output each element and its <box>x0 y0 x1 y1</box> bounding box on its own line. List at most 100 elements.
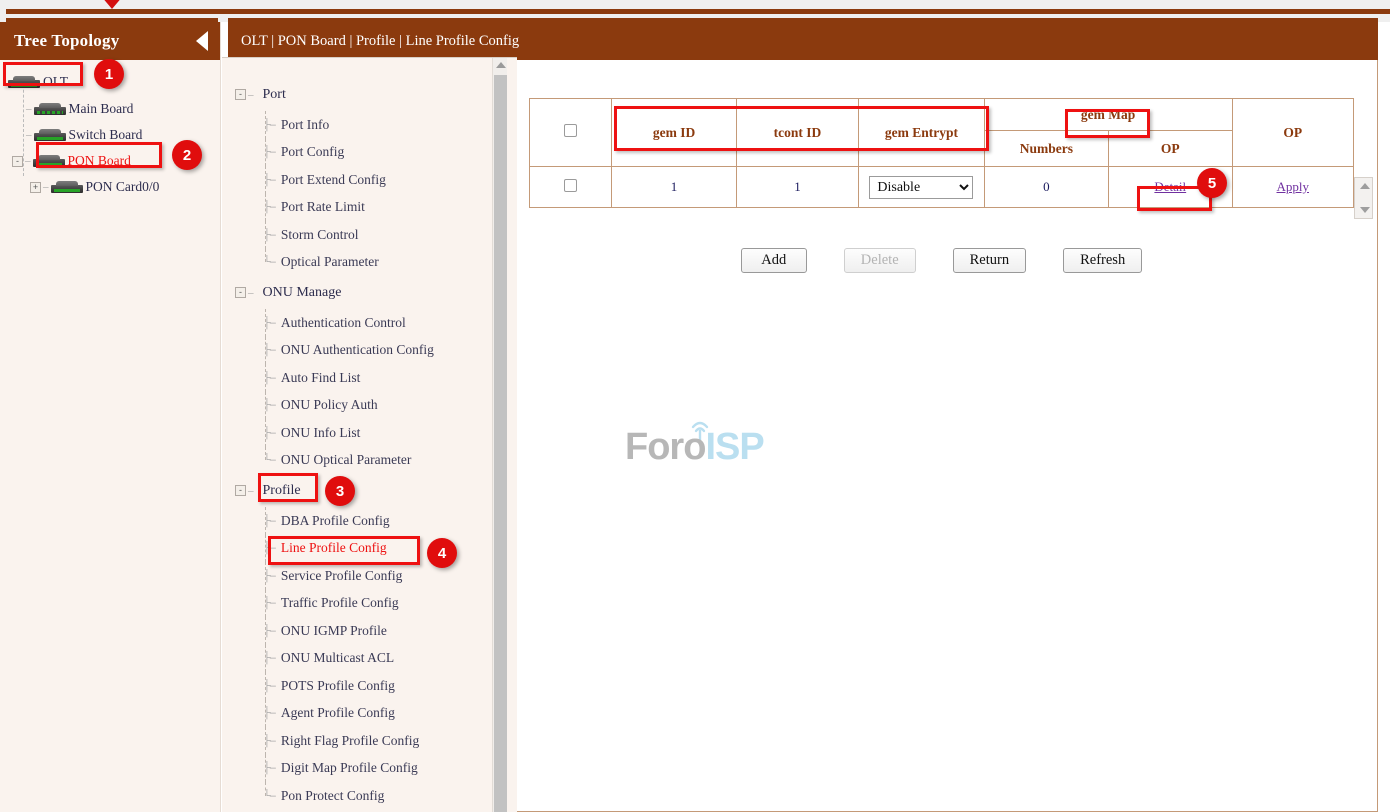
nav-item-storm-control[interactable]: ├–Storm Control <box>222 221 517 249</box>
th-select-all <box>530 99 612 167</box>
step-badge-4: 4 <box>427 538 457 568</box>
board-icon <box>34 129 66 141</box>
nav-item-agent-profile-config[interactable]: ├–Agent Profile Config <box>222 700 517 728</box>
nav-item-label: ONU Authentication Config <box>281 342 434 358</box>
board-icon <box>51 181 83 193</box>
red-down-arrow-icon <box>101 0 123 9</box>
nav-expander-toggle[interactable]: - <box>235 485 246 496</box>
nav-item-pon-protect-config[interactable]: └–Pon Protect Config <box>222 782 517 810</box>
tree-branch-dash: – <box>23 155 33 167</box>
step-badge-2: 2 <box>172 140 202 170</box>
td-row-select <box>530 167 612 208</box>
nav-group-label: ONU Manage <box>256 285 342 301</box>
select-all-checkbox[interactable] <box>564 124 577 137</box>
tree-item-pon-card[interactable]: + – PON Card0/0 <box>0 174 220 200</box>
nav-item-onu-multicast-acl[interactable]: ├–ONU Multicast ACL <box>222 645 517 673</box>
tree-item-label: PON Card0/0 <box>86 179 160 195</box>
detail-link[interactable]: Detail <box>1154 179 1186 194</box>
nav-item-onu-policy-auth[interactable]: ├–ONU Policy Auth <box>222 392 517 420</box>
breadcrumb-bar: OLT | PON Board | Profile | Line Profile… <box>228 22 1378 60</box>
nav-item-label: Optical Parameter <box>281 254 379 270</box>
nav-item-pots-profile-config[interactable]: ├–POTS Profile Config <box>222 672 517 700</box>
watermark-text: ForoISP <box>625 426 764 469</box>
return-button[interactable]: Return <box>953 248 1026 273</box>
add-button[interactable]: Add <box>741 248 807 273</box>
nav-item-port-extend-config[interactable]: ├–Port Extend Config <box>222 166 517 194</box>
nav-item-dba-profile-config[interactable]: ├–DBA Profile Config <box>222 507 517 535</box>
row-checkbox[interactable] <box>564 179 577 192</box>
apply-link[interactable]: Apply <box>1277 179 1310 194</box>
nav-item-label: Pon Protect Config <box>281 788 385 804</box>
nav-expander-toggle[interactable]: - <box>235 287 246 298</box>
step-badge-5: 5 <box>1197 168 1227 198</box>
foroisp-watermark: ForoISP <box>625 410 775 472</box>
nav-item-label: Right Flag Profile Config <box>281 733 419 749</box>
nav-item-label: Authentication Control <box>281 315 406 331</box>
nav-item-label: Port Rate Limit <box>281 199 365 215</box>
nav-item-label: POTS Profile Config <box>281 678 395 694</box>
step-badge-3: 3 <box>325 476 355 506</box>
scroll-up-arrow-icon[interactable] <box>1360 183 1370 189</box>
nav-scroll-thumb[interactable] <box>494 75 507 812</box>
gem-table: gem ID tcont ID gem Entrypt gem Map OP N… <box>529 98 1354 208</box>
nav-item-label: ONU Info List <box>281 425 361 441</box>
nav-group-onu-manage[interactable]: - – ONU Manage <box>222 276 517 309</box>
tree-item-label: Switch Board <box>69 127 143 143</box>
collapse-sidebar-icon[interactable] <box>196 31 208 51</box>
nav-branch-dash: – <box>246 89 256 101</box>
tree-expander-toggle[interactable]: + <box>30 182 41 193</box>
nav-scrollbar[interactable] <box>492 58 507 812</box>
tree-expander-toggle[interactable]: - <box>12 156 23 167</box>
nav-item-authentication-control[interactable]: ├–Authentication Control <box>222 309 517 337</box>
th-gem-map: gem Map <box>984 99 1232 131</box>
tree-item-main-board[interactable]: – Main Board <box>0 96 220 122</box>
nav-item-port-info[interactable]: ├–Port Info <box>222 111 517 139</box>
nav-item-label: ONU IGMP Profile <box>281 623 387 639</box>
tree-branch-dash: – <box>24 129 34 141</box>
nav-branch-dash: – <box>246 287 256 299</box>
tree-item-label: Main Board <box>69 101 134 117</box>
th-tcont-id: tcont ID <box>736 99 858 167</box>
watermark-isp: ISP <box>705 426 763 468</box>
nav-item-port-rate-limit[interactable]: ├–Port Rate Limit <box>222 194 517 222</box>
nav-group-profile[interactable]: - – Profile <box>222 474 517 507</box>
gem-entrypt-select[interactable]: Disable Enable <box>869 176 973 199</box>
scroll-up-arrow-icon[interactable] <box>496 62 506 68</box>
tree-item-label: PON Board <box>68 153 131 169</box>
nav-item-label: ONU Multicast ACL <box>281 650 394 666</box>
top-strip <box>0 0 1390 22</box>
th-numbers: Numbers <box>984 131 1108 167</box>
watermark-foro: Foro <box>625 426 705 468</box>
th-op: OP <box>1232 99 1354 167</box>
nav-item-traffic-profile-config[interactable]: ├–Traffic Profile Config <box>222 590 517 618</box>
nav-item-onu-authentication-config[interactable]: ├–ONU Authentication Config <box>222 337 517 365</box>
nav-item-auto-find-list[interactable]: ├–Auto Find List <box>222 364 517 392</box>
nav-item-onu-info-list[interactable]: ├–ONU Info List <box>222 419 517 447</box>
nav-item-service-profile-config[interactable]: ├–Service Profile Config <box>222 562 517 590</box>
nav-branch-dash: – <box>246 485 256 497</box>
nav-item-onu-optical-parameter[interactable]: └–ONU Optical Parameter <box>222 447 517 475</box>
nav-group-port[interactable]: - – Port <box>222 78 517 111</box>
board-icon <box>8 76 40 88</box>
scroll-down-arrow-icon[interactable] <box>1360 207 1370 213</box>
nav-item-right-flag-profile-config[interactable]: ├–Right Flag Profile Config <box>222 727 517 755</box>
sidebar-header: Tree Topology <box>0 22 220 60</box>
nav-item-label: Port Extend Config <box>281 172 386 188</box>
table-header-row-1: gem ID tcont ID gem Entrypt gem Map OP <box>530 99 1354 131</box>
nav-item-onu-igmp-profile[interactable]: ├–ONU IGMP Profile <box>222 617 517 645</box>
board-icon <box>33 155 65 167</box>
nav-expander-toggle[interactable]: - <box>235 89 246 100</box>
nav-item-port-config[interactable]: ├–Port Config <box>222 139 517 167</box>
nav-item-line-profile-config[interactable]: ├–Line Profile Config <box>222 535 517 563</box>
nav-item-optical-parameter[interactable]: └–Optical Parameter <box>222 249 517 277</box>
table-row-scrollbar[interactable] <box>1354 177 1373 219</box>
refresh-button[interactable]: Refresh <box>1063 248 1142 273</box>
nav-item-label: Service Profile Config <box>281 568 402 584</box>
action-button-row: Add Delete Return Refresh <box>529 248 1354 273</box>
nav-item-label: ONU Optical Parameter <box>281 452 411 468</box>
nav-item-digit-map-profile-config[interactable]: ├–Digit Map Profile Config <box>222 755 517 783</box>
td-apply: Apply <box>1232 167 1354 208</box>
breadcrumb: OLT | PON Board | Profile | Line Profile… <box>241 33 519 50</box>
nav-group-label: Profile <box>256 483 301 499</box>
nav-group-label: Port <box>256 87 286 103</box>
